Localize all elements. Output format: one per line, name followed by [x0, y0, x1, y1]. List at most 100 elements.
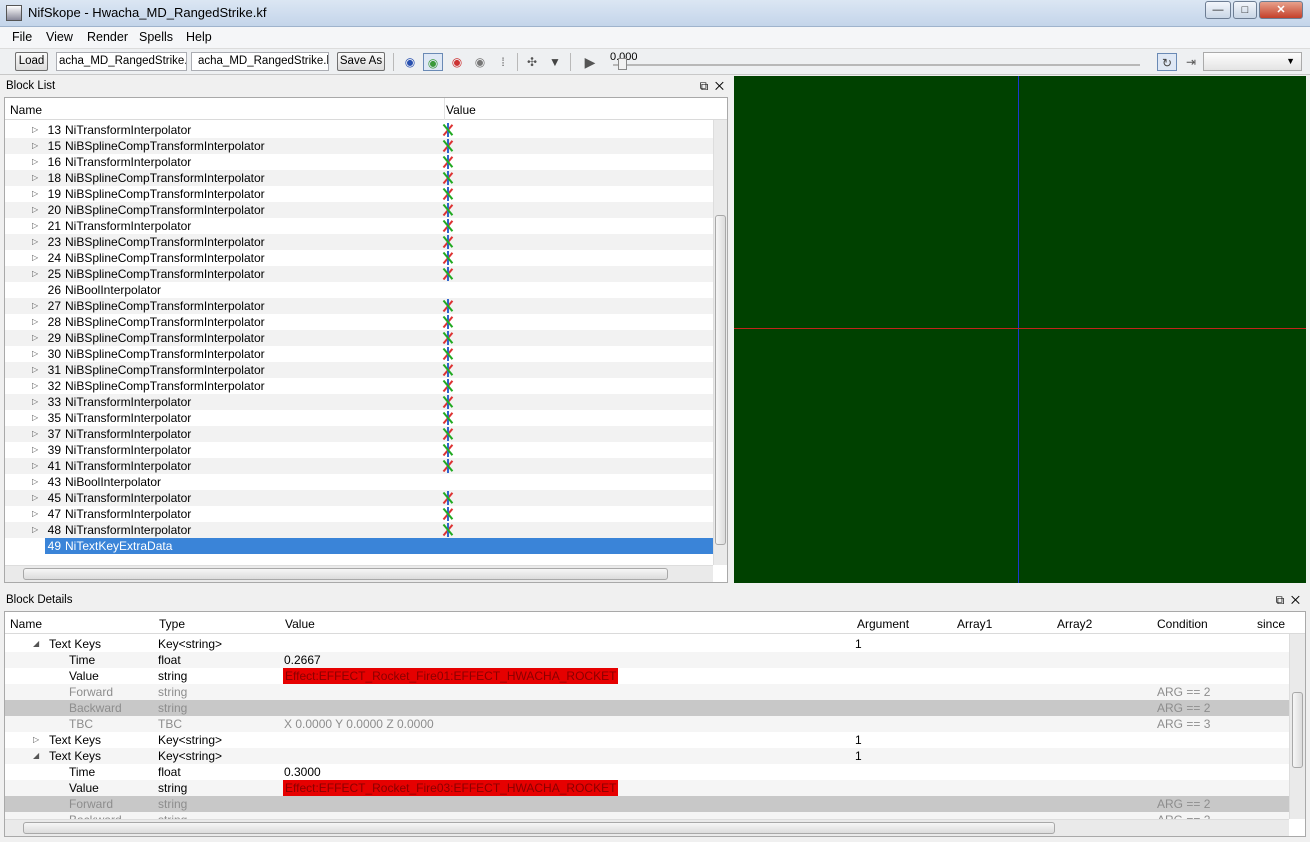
tree-row[interactable]: ▷ 32 NiBSplineCompTransformInterpolator — [5, 378, 713, 394]
field-value[interactable]: Effect:EFFECT_Rocket_Fire03:EFFECT_HWACH… — [283, 780, 619, 796]
field-value[interactable]: 0.3000 — [284, 764, 321, 780]
detail-row[interactable]: Backward string ARG == 2 — [5, 700, 1289, 716]
column-value[interactable]: Value — [285, 617, 315, 631]
close-button[interactable]: ✕ — [1259, 1, 1303, 19]
scrollbar-thumb[interactable] — [715, 215, 726, 545]
switch-icon[interactable]: ⇥ — [1181, 53, 1201, 71]
tree-row[interactable]: ▷ 16 NiTransformInterpolator — [5, 154, 713, 170]
column-condition[interactable]: Condition — [1157, 617, 1208, 631]
load-button[interactable]: Load — [15, 52, 48, 71]
column-name[interactable]: Name — [10, 103, 42, 117]
detail-row[interactable]: Forward string ARG == 2 — [5, 684, 1289, 700]
field-value[interactable]: 0.2667 — [284, 652, 321, 668]
tree-row[interactable]: ▷ 18 NiBSplineCompTransformInterpolator — [5, 170, 713, 186]
expand-arrow-icon[interactable]: ▷ — [32, 442, 38, 458]
scrollbar-thumb[interactable] — [1292, 692, 1303, 768]
menu-render[interactable]: Render — [87, 30, 128, 44]
tree-row[interactable]: ▷ 19 NiBSplineCompTransformInterpolator — [5, 186, 713, 202]
expand-arrow-icon[interactable]: ◢ — [33, 748, 39, 764]
close-dock-icon[interactable]: ✕ — [715, 79, 724, 93]
column-value[interactable]: Value — [446, 103, 476, 117]
expand-arrow-icon[interactable]: ▷ — [33, 732, 39, 748]
save-as-button[interactable]: Save As — [337, 52, 385, 71]
expand-arrow-icon[interactable]: ▷ — [32, 474, 38, 490]
tree-row[interactable]: ▷ 35 NiTransformInterpolator — [5, 410, 713, 426]
detail-row[interactable]: Time float 0.3000 — [5, 764, 1289, 780]
expand-arrow-icon[interactable]: ◢ — [33, 636, 39, 652]
load-path-field[interactable]: acha_MD_RangedStrike.kf — [56, 52, 187, 71]
expand-arrow-icon[interactable]: ▷ — [32, 250, 38, 266]
tree-row[interactable]: ▷ 27 NiBSplineCompTransformInterpolator — [5, 298, 713, 314]
tree-row[interactable]: 49 NiTextKeyExtraData — [5, 538, 713, 554]
eye-blue-icon[interactable]: ◉ — [400, 53, 420, 71]
tree-row[interactable]: ▷ 21 NiTransformInterpolator — [5, 218, 713, 234]
menu-spells[interactable]: Spells — [139, 30, 173, 44]
tree-row[interactable]: ▷ 41 NiTransformInterpolator — [5, 458, 713, 474]
time-slider-handle[interactable] — [618, 58, 627, 70]
expand-arrow-icon[interactable]: ▷ — [32, 394, 38, 410]
expand-arrow-icon[interactable]: ▷ — [32, 170, 38, 186]
tree-row[interactable]: 26 NiBoolInterpolator — [5, 282, 713, 298]
play-icon[interactable]: ▶ — [580, 53, 600, 71]
float-icon[interactable]: ⧉ — [700, 79, 709, 93]
tree-row[interactable]: ▷ 39 NiTransformInterpolator — [5, 442, 713, 458]
expand-arrow-icon[interactable]: ▷ — [32, 186, 38, 202]
block-details-table[interactable]: Name Type Value Argument Array1 Array2 C… — [4, 611, 1306, 837]
expand-arrow-icon[interactable]: ▷ — [32, 426, 38, 442]
axes-icon[interactable]: ✣ — [522, 53, 542, 71]
vertical-scrollbar[interactable] — [713, 120, 727, 565]
expand-arrow-icon[interactable]: ▷ — [32, 138, 38, 154]
eye-red-icon[interactable]: ◉ — [447, 53, 467, 71]
column-array1[interactable]: Array1 — [957, 617, 992, 631]
menu-help[interactable]: Help — [186, 30, 212, 44]
minimize-button[interactable]: — — [1205, 1, 1231, 19]
block-list-tree[interactable]: Name Value ▷ 13 NiTransformInterpolator ▷ 15… — [4, 97, 728, 583]
vertical-scrollbar[interactable] — [1289, 634, 1305, 819]
detail-row[interactable]: Time float 0.2667 — [5, 652, 1289, 668]
detail-row[interactable]: ◢ Text Keys Key<string> 1 — [5, 748, 1289, 764]
expand-arrow-icon[interactable]: ▷ — [32, 202, 38, 218]
expand-arrow-icon[interactable]: ▷ — [32, 490, 38, 506]
save-path-field[interactable]: acha_MD_RangedStrike.kf — [191, 52, 329, 71]
tree-row[interactable]: ▷ 13 NiTransformInterpolator — [5, 122, 713, 138]
expand-arrow-icon[interactable]: ▷ — [32, 266, 38, 282]
tree-row[interactable]: ▷ 25 NiBSplineCompTransformInterpolator — [5, 266, 713, 282]
tree-row[interactable]: ▷ 47 NiTransformInterpolator — [5, 506, 713, 522]
menu-file[interactable]: File — [12, 30, 32, 44]
tree-row[interactable]: ▷ 28 NiBSplineCompTransformInterpolator — [5, 314, 713, 330]
expand-arrow-icon[interactable]: ▷ — [32, 218, 38, 234]
tree-row[interactable]: ▷ 29 NiBSplineCompTransformInterpolator — [5, 330, 713, 346]
scrollbar-thumb[interactable] — [23, 822, 1055, 834]
chevron-down-icon[interactable]: ▼ — [545, 53, 565, 71]
column-since[interactable]: since — [1257, 617, 1285, 631]
field-value[interactable]: Effect:EFFECT_Rocket_Fire01:EFFECT_HWACH… — [283, 668, 619, 684]
column-type[interactable]: Type — [159, 617, 185, 631]
detail-row[interactable]: Value string Effect:EFFECT_Rocket_Fire03:E… — [5, 780, 1289, 796]
horizontal-scrollbar[interactable] — [5, 565, 713, 582]
detail-row[interactable]: Forward string ARG == 2 — [5, 796, 1289, 812]
tree-row[interactable]: ▷ 33 NiTransformInterpolator — [5, 394, 713, 410]
footprint-icon[interactable]: ⁞ — [493, 53, 513, 71]
expand-arrow-icon[interactable]: ▷ — [32, 234, 38, 250]
column-argument[interactable]: Argument — [857, 617, 909, 631]
sequence-dropdown[interactable]: ▼ — [1203, 52, 1302, 71]
expand-arrow-icon[interactable]: ▷ — [32, 154, 38, 170]
expand-arrow-icon[interactable]: ▷ — [32, 410, 38, 426]
tree-row[interactable]: ▷ 37 NiTransformInterpolator — [5, 426, 713, 442]
column-name[interactable]: Name — [10, 617, 42, 631]
tree-row[interactable]: ▷ 30 NiBSplineCompTransformInterpolator — [5, 346, 713, 362]
render-viewport[interactable] — [734, 76, 1306, 583]
tree-row[interactable]: ▷ 24 NiBSplineCompTransformInterpolator — [5, 250, 713, 266]
time-slider[interactable] — [613, 64, 1140, 66]
expand-arrow-icon[interactable]: ▷ — [32, 506, 38, 522]
detail-row[interactable]: ▷ Text Keys Key<string> 1 — [5, 732, 1289, 748]
detail-row[interactable]: TBC TBC X 0.0000 Y 0.0000 Z 0.0000 ARG == 3 — [5, 716, 1289, 732]
expand-arrow-icon[interactable]: ▷ — [32, 346, 38, 362]
eye-gray-icon[interactable]: ◉ — [470, 53, 490, 71]
expand-arrow-icon[interactable]: ▷ — [32, 330, 38, 346]
expand-arrow-icon[interactable]: ▷ — [32, 522, 38, 538]
menu-view[interactable]: View — [46, 30, 73, 44]
tree-row[interactable]: ▷ 48 NiTransformInterpolator — [5, 522, 713, 538]
tree-row[interactable]: ▷ 31 NiBSplineCompTransformInterpolator — [5, 362, 713, 378]
expand-arrow-icon[interactable]: ▷ — [32, 362, 38, 378]
